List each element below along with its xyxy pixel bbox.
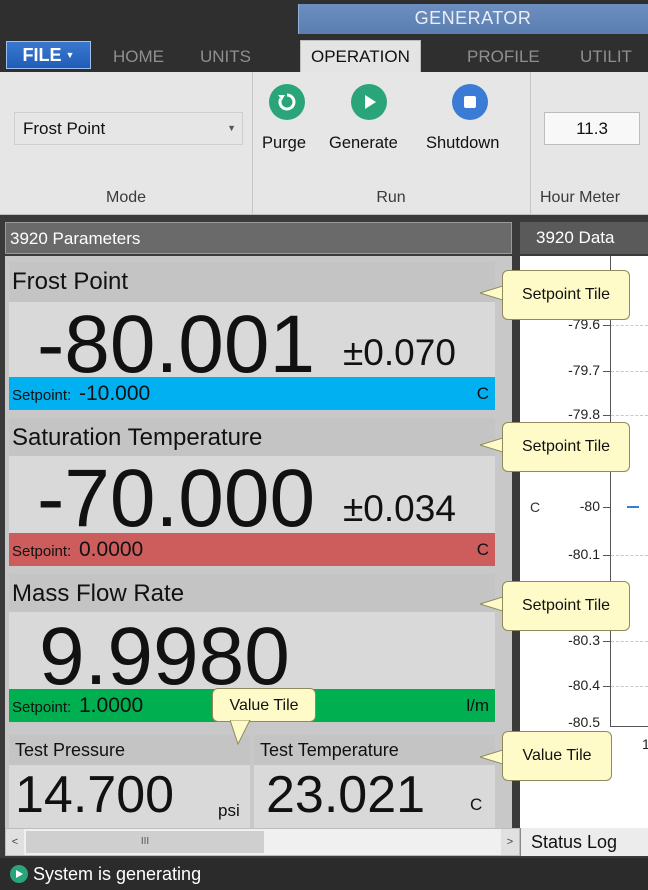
test-pressure-tile[interactable]: Test Pressure 14.700 psi: [9, 735, 250, 828]
y-tick-label: -80.4: [568, 677, 600, 693]
setpoint-label: Setpoint:: [12, 543, 72, 560]
setpoint-tile-callout: Setpoint Tile: [502, 581, 630, 631]
setpoint-bar[interactable]: Setpoint: 0.0000 C: [9, 533, 495, 566]
setpoint-value: 0.0000: [79, 538, 144, 561]
tile-title: Frost Point: [12, 268, 129, 295]
frost-point-tile[interactable]: Frost Point -80.001 ±0.070 Setpoint: -10…: [9, 262, 495, 410]
play-icon: [10, 865, 28, 883]
parameters-panel-header: 3920 Parameters: [5, 222, 512, 254]
hour-meter-group-label: Hour Meter: [540, 189, 621, 206]
y-axis-line: [610, 256, 611, 726]
tab-operation[interactable]: OPERATION: [300, 40, 421, 73]
value-tile-callout: Value Tile: [212, 688, 316, 722]
hour-meter-field[interactable]: 11.3: [544, 112, 640, 145]
gridline: [611, 371, 648, 372]
gridline: [611, 325, 648, 326]
setpoint-unit: C: [476, 540, 489, 559]
ribbon-panel: Frost Point ▼ Mode Purge Generate Shutdo…: [0, 72, 648, 215]
y-tick-mark: [603, 555, 611, 556]
purge-button[interactable]: Purge: [262, 134, 306, 153]
setpoint-tile-callout: Setpoint Tile: [502, 270, 630, 320]
group-divider: [530, 72, 531, 214]
tile-title: Test Pressure: [9, 735, 250, 765]
y-tick-label: -80: [579, 498, 600, 514]
gridline: [611, 641, 648, 642]
setpoint-unit: l/m: [466, 696, 489, 715]
tile-title: Test Temperature: [254, 735, 495, 765]
setpoint-bar[interactable]: Setpoint: -10.000 C: [9, 377, 495, 410]
saturation-temperature-tile[interactable]: Saturation Temperature -70.000 ±0.034 Se…: [9, 418, 495, 566]
y-tick-label: -80.1: [568, 546, 600, 562]
data-series-line: [627, 506, 639, 508]
setpoint-value: 1.0000: [79, 694, 144, 717]
y-axis-symbol: C: [530, 499, 541, 515]
y-tick-mark: [603, 371, 611, 372]
gridline: [611, 686, 648, 687]
x-axis-line: [610, 726, 648, 727]
setpoint-value: -10.000: [79, 382, 151, 405]
generator-group-title: GENERATOR: [414, 8, 532, 28]
chevron-down-icon: ▼: [227, 123, 236, 133]
tile-value: 14.700: [15, 766, 175, 824]
y-tick-label: -80.3: [568, 632, 600, 648]
tile-value: -70.000: [37, 453, 316, 544]
purge-icon[interactable]: [269, 84, 305, 120]
tab-home[interactable]: HOME: [103, 44, 174, 70]
status-bar: System is generating: [0, 858, 648, 890]
tile-value-area: -80.001 ±0.070: [9, 302, 495, 386]
tile-unit: C: [470, 795, 483, 814]
tab-utilities[interactable]: UTILIT: [570, 44, 642, 70]
callout-pointer: [229, 719, 254, 746]
y-tick-mark: [603, 325, 611, 326]
y-tick-label: -79.8: [568, 406, 600, 422]
y-tick-mark: [603, 507, 611, 508]
tile-title: Saturation Temperature: [12, 424, 263, 451]
tile-value: 23.021: [266, 766, 426, 824]
setpoint-unit: C: [476, 384, 489, 403]
setpoint-tile-callout: Setpoint Tile: [502, 422, 630, 472]
tile-title: Mass Flow Rate: [12, 580, 185, 607]
mode-dropdown[interactable]: Frost Point ▼: [14, 112, 243, 145]
tile-value-area: -70.000 ±0.034: [9, 456, 495, 540]
file-menu-button[interactable]: FILE ▼: [6, 41, 91, 69]
value-tile-callout: Value Tile: [502, 731, 612, 781]
tile-value-area: 9.9980: [9, 612, 495, 698]
test-temperature-tile[interactable]: Test Temperature 23.021 C: [254, 735, 495, 828]
scroll-left-icon[interactable]: <: [6, 829, 24, 855]
tab-status-log[interactable]: Status Log: [520, 828, 648, 856]
tile-value: -80.001: [37, 299, 316, 390]
tile-tolerance: ±0.034: [343, 488, 456, 529]
gridline: [611, 555, 648, 556]
mode-group-label: Mode: [105, 189, 147, 206]
gridline: [611, 415, 648, 416]
y-tick-mark: [603, 686, 611, 687]
data-panel-header[interactable]: 3920 Data: [520, 222, 648, 254]
tile-unit: psi: [218, 801, 240, 820]
stop-icon[interactable]: [452, 84, 488, 120]
y-tick-label: -80.5: [568, 714, 600, 730]
mode-value: Frost Point: [23, 119, 106, 138]
run-group-label: Run: [376, 189, 406, 206]
setpoint-label: Setpoint:: [12, 387, 72, 404]
shutdown-button[interactable]: Shutdown: [426, 134, 499, 153]
file-label: FILE: [22, 44, 62, 65]
y-tick-mark: [603, 641, 611, 642]
play-icon[interactable]: [351, 84, 387, 120]
horizontal-scrollbar[interactable]: < III >: [5, 828, 520, 856]
x-tick-label: 1: [642, 736, 648, 752]
tile-value: 9.9980: [39, 611, 290, 702]
scroll-right-icon[interactable]: >: [501, 829, 519, 855]
y-tick-mark: [603, 415, 611, 416]
chevron-down-icon: ▼: [65, 50, 75, 60]
generate-button[interactable]: Generate: [329, 134, 398, 153]
setpoint-label: Setpoint:: [12, 699, 72, 716]
scroll-thumb[interactable]: III: [26, 831, 264, 853]
tab-units[interactable]: UNITS: [190, 44, 261, 70]
y-tick-label: -79.7: [568, 362, 600, 378]
tab-profile[interactable]: PROFILE: [457, 44, 550, 70]
tile-tolerance: ±0.070: [343, 332, 456, 373]
status-text: System is generating: [33, 864, 202, 884]
